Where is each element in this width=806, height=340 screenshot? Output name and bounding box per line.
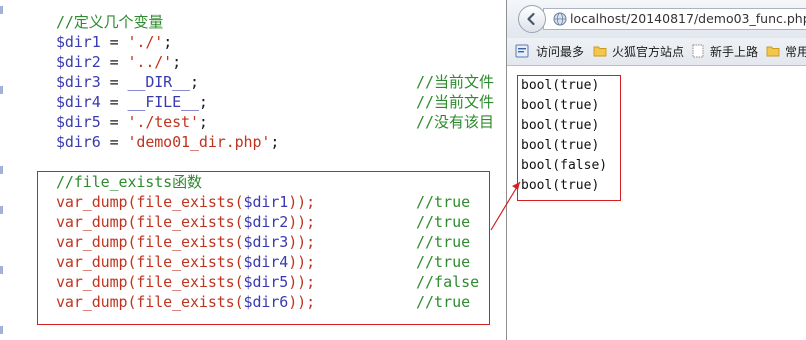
semicolon: ; [198, 93, 208, 111]
result-comment: //false [416, 273, 480, 291]
call-close: )); [288, 233, 315, 251]
semicolon: ; [270, 133, 280, 151]
function-call: var_dump(file_exists( [56, 193, 244, 211]
code-line-dir1: $dir1 = './'; [56, 32, 172, 52]
function-call: var_dump(file_exists( [56, 233, 244, 251]
trailing-comment: //没有该目 [416, 113, 495, 131]
string-literal: './test' [127, 113, 199, 131]
argument: $dir6 [243, 293, 289, 311]
result-comment: //true [416, 293, 471, 311]
code-call-dir3: var_dump(file_exists($dir3)); [56, 232, 315, 252]
code-call-dir5: var_dump(file_exists($dir5)); [56, 272, 315, 292]
string-literal: '../' [127, 53, 173, 71]
gutter-marker [0, 206, 3, 214]
variable-name: $dir2 [56, 53, 101, 71]
bookmark-common[interactable]: 常用 [785, 43, 806, 61]
semicolon: ; [163, 33, 173, 51]
code-comment-file-exists: //file_exists函数 [56, 173, 202, 191]
argument: $dir5 [243, 273, 289, 291]
bookmarks-toolbar: 访问最多 火狐官方站点 新手上路 常用 [507, 38, 806, 66]
semicolon: ; [172, 53, 182, 71]
code-comment-define: //定义几个变量 [56, 13, 164, 31]
output-line: bool(true) [521, 178, 600, 193]
assign-operator: = [100, 93, 128, 111]
call-close: )); [288, 293, 315, 311]
globe-icon [553, 12, 567, 26]
output-line: bool(false) [521, 158, 608, 173]
call-close: )); [288, 213, 315, 231]
semicolon: ; [198, 113, 208, 131]
code-call-dir6: var_dump(file_exists($dir6)); [56, 292, 315, 312]
arrow-left-icon [527, 12, 535, 26]
argument: $dir3 [243, 233, 289, 251]
folder-icon [593, 46, 607, 57]
trailing-comment: //当前文件 [416, 93, 495, 111]
trailing-comment: //当前文件 [416, 73, 495, 91]
address-bar[interactable]: localhost/20140817/demo03_func.php [543, 8, 806, 30]
call-close: )); [288, 193, 315, 211]
page-icon [692, 44, 704, 58]
folder-icon [766, 46, 780, 57]
gutter-marker [0, 6, 3, 14]
assign-operator: = [100, 133, 128, 151]
function-call: var_dump(file_exists( [56, 293, 244, 311]
function-call: var_dump(file_exists( [56, 253, 244, 271]
function-call: var_dump(file_exists( [56, 273, 244, 291]
code-line-dir6: $dir6 = 'demo01_dir.php'; [56, 132, 279, 152]
string-literal: 'demo01_dir.php' [127, 133, 271, 151]
assign-operator: = [100, 53, 128, 71]
variable-name: $dir5 [56, 113, 101, 131]
variable-name: $dir4 [56, 93, 101, 111]
code-call-dir1: var_dump(file_exists($dir1)); [56, 192, 315, 212]
semicolon: ; [189, 73, 199, 91]
variable-name: $dir1 [56, 33, 101, 51]
gutter-marker [0, 86, 3, 94]
assign-operator: = [100, 113, 128, 131]
result-comment: //true [416, 233, 471, 251]
output-line: bool(true) [521, 118, 600, 133]
output-line: bool(true) [521, 98, 600, 113]
argument: $dir2 [243, 213, 289, 231]
gutter-marker [0, 166, 3, 174]
result-comment: //true [416, 253, 471, 271]
string-literal: './' [127, 33, 164, 51]
function-call: var_dump(file_exists( [56, 213, 244, 231]
gutter-marker [0, 266, 3, 274]
code-call-dir4: var_dump(file_exists($dir4)); [56, 252, 315, 272]
result-comment: //true [416, 193, 471, 211]
code-line-dir2: $dir2 = '../'; [56, 52, 181, 72]
call-close: )); [288, 273, 315, 291]
argument: $dir4 [243, 253, 289, 271]
bookmark-page-icon [515, 44, 529, 58]
url-text: localhost/20140817/demo03_func.php [570, 11, 806, 26]
variable-name: $dir6 [56, 133, 101, 151]
bookmark-firefox-official[interactable]: 火狐官方站点 [612, 43, 684, 61]
code-line-dir4: $dir4 = __FILE__; [56, 92, 208, 112]
editor-gutter [0, 0, 6, 340]
bookmark-getting-started[interactable]: 新手上路 [710, 43, 758, 61]
output-line: bool(true) [521, 78, 600, 93]
result-comment: //true [416, 213, 471, 231]
code-line-dir3: $dir3 = __DIR__; [56, 72, 199, 92]
variable-name: $dir3 [56, 73, 101, 91]
call-close: )); [288, 253, 315, 271]
magic-constant: __FILE__ [127, 93, 199, 111]
assign-operator: = [100, 73, 128, 91]
magic-constant: __DIR__ [127, 73, 190, 91]
assign-operator: = [100, 33, 128, 51]
bookmark-most-visited[interactable]: 访问最多 [536, 43, 584, 61]
code-editor[interactable]: //定义几个变量 $dir1 = './'; $dir2 = '../'; $d… [0, 0, 506, 340]
output-line: bool(true) [521, 138, 600, 153]
browser-window: localhost/20140817/demo03_func.php 访问最多 … [506, 0, 806, 340]
argument: $dir1 [243, 193, 289, 211]
back-button[interactable] [518, 5, 546, 33]
navigation-bar: localhost/20140817/demo03_func.php [507, 0, 806, 38]
page-content: bool(true) bool(true) bool(true) bool(tr… [507, 66, 806, 340]
code-line-dir5: $dir5 = './test'; [56, 112, 208, 132]
gutter-marker [0, 326, 3, 334]
code-call-dir2: var_dump(file_exists($dir2)); [56, 212, 315, 232]
